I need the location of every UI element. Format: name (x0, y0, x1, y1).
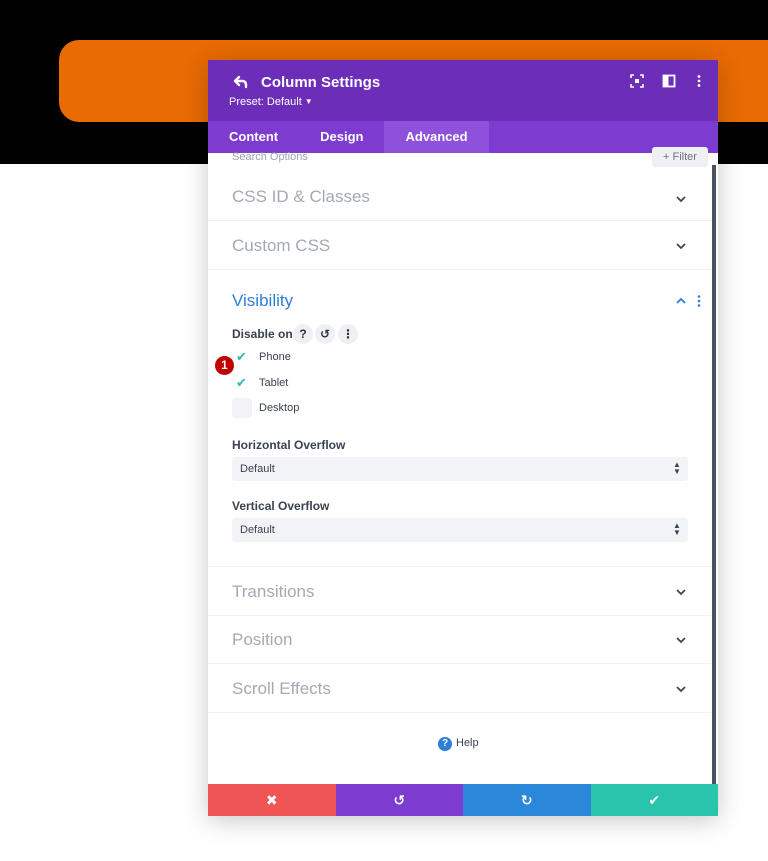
chevron-down-icon[interactable] (675, 586, 687, 598)
section-options-icon[interactable] (696, 294, 702, 308)
tab-advanced[interactable]: Advanced (384, 121, 489, 153)
scrollbar[interactable] (712, 165, 716, 784)
modal-footer: ✖ ↺ ↻ ✔ (208, 784, 718, 816)
help-question-icon[interactable]: ? (293, 324, 313, 344)
checkmark-icon: ✔ (236, 349, 247, 364)
help-label: Help (456, 737, 479, 749)
disable-on-label: Disable on (232, 327, 293, 341)
chevron-down-icon[interactable] (675, 240, 687, 252)
chevron-down-icon[interactable] (675, 683, 687, 695)
select-value: Default (240, 524, 275, 536)
split-view-icon[interactable] (662, 74, 676, 88)
checkbox-box[interactable]: ✔ (232, 347, 252, 367)
chevron-down-icon[interactable] (675, 193, 687, 205)
chevron-up-icon[interactable] (675, 295, 687, 307)
back-arrow-icon[interactable] (232, 73, 250, 91)
vertical-overflow-label: Vertical Overflow (232, 499, 330, 513)
search-input[interactable]: Search Options (232, 151, 308, 163)
checkbox-box[interactable]: ✔ (232, 373, 252, 393)
select-arrows-icon: ▲ ▼ (673, 521, 681, 537)
modal-header: Column Settings Preset: Default ▼ (208, 60, 718, 121)
vertical-overflow-select[interactable]: Default ▲ ▼ (232, 518, 688, 542)
section-title-scroll-effects[interactable]: Scroll Effects (232, 679, 331, 699)
section-title-custom-css[interactable]: Custom CSS (232, 236, 330, 256)
checkmark-icon: ✔ (236, 375, 247, 390)
tab-content[interactable]: Content (208, 121, 299, 153)
checkbox-label: Desktop (259, 402, 300, 414)
section-title-position[interactable]: Position (232, 630, 292, 650)
undo-button[interactable]: ↺ (335, 784, 463, 816)
reset-icon[interactable]: ↺ (315, 324, 335, 344)
checkbox-label: Tablet (259, 377, 289, 389)
section-title-transitions[interactable]: Transitions (232, 582, 315, 602)
preset-selector[interactable]: Preset: Default ▼ (229, 96, 313, 108)
select-value: Default (240, 463, 275, 475)
horizontal-overflow-select[interactable]: Default ▲ ▼ (232, 457, 688, 481)
save-button[interactable]: ✔ (590, 784, 718, 816)
section-title-visibility[interactable]: Visibility (232, 291, 293, 311)
fullscreen-icon[interactable] (630, 74, 644, 88)
plus-icon: + (663, 151, 673, 163)
redo-button[interactable]: ↻ (463, 784, 591, 816)
checkbox-label: Phone (259, 351, 291, 363)
checkbox-box[interactable] (232, 398, 252, 418)
section-title-css-id[interactable]: CSS ID & Classes (232, 187, 370, 207)
more-options-icon[interactable] (692, 74, 706, 88)
preset-label: Preset: Default (229, 96, 302, 108)
column-settings-modal: Column Settings Preset: Default ▼ Content… (208, 60, 718, 816)
help-circle-icon: ? (438, 737, 452, 751)
step-badge: 1 (215, 356, 234, 375)
field-options-icon[interactable]: ⋮ (338, 324, 358, 344)
filter-label: Filter (672, 151, 697, 163)
select-arrows-icon: ▲ ▼ (673, 460, 681, 476)
discard-button[interactable]: ✖ (208, 784, 336, 816)
tab-design[interactable]: Design (299, 121, 384, 153)
tab-bar: Content Design Advanced (208, 121, 718, 153)
horizontal-overflow-label: Horizontal Overflow (232, 438, 346, 452)
chevron-down-icon[interactable] (675, 634, 687, 646)
modal-title: Column Settings (261, 74, 381, 91)
caret-down-icon: ▼ (304, 97, 313, 106)
filter-button[interactable]: + Filter (652, 147, 708, 167)
